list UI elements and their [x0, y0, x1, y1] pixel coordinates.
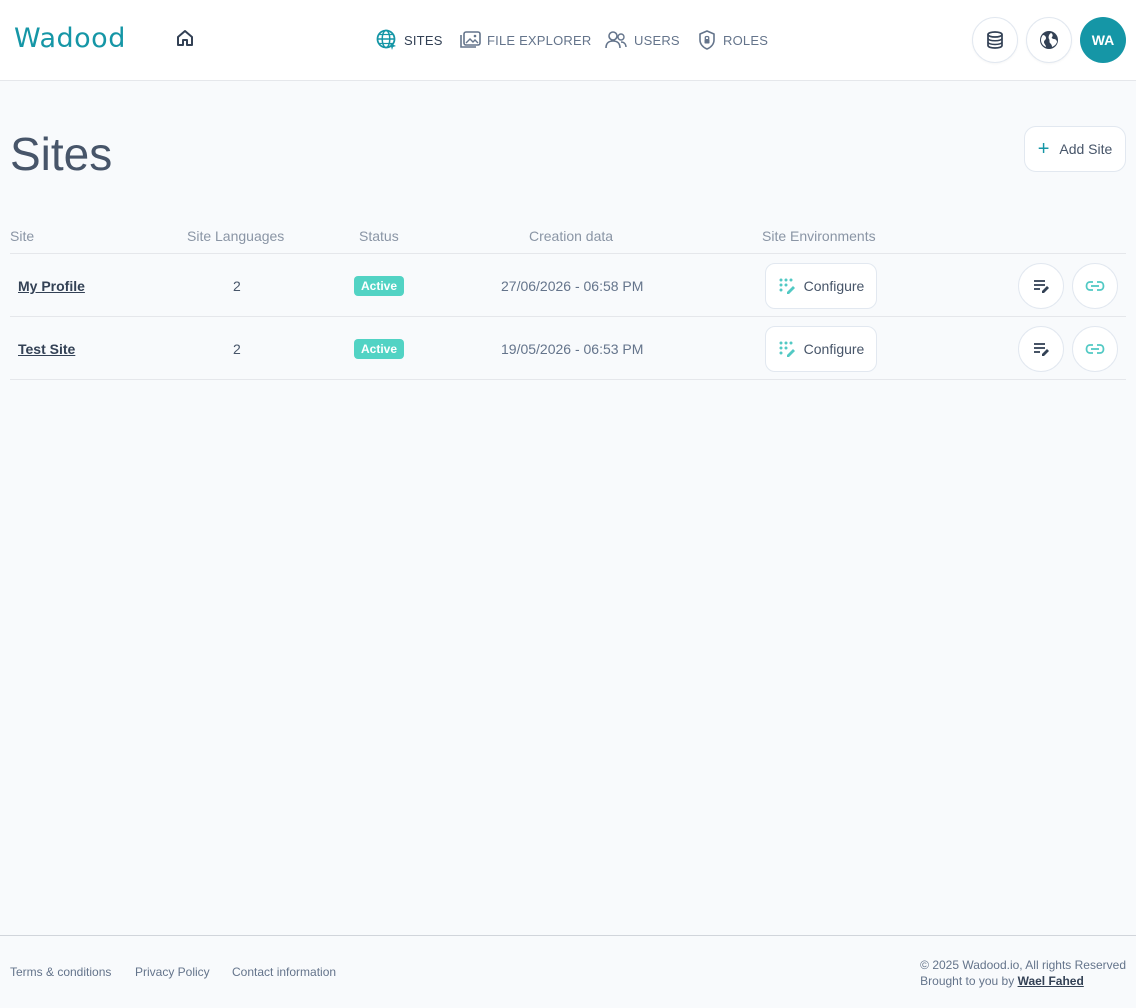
users-icon [605, 31, 627, 49]
nav-sites[interactable]: SITES [376, 26, 443, 54]
home-icon [177, 30, 193, 46]
footer-link-terms[interactable]: Terms & conditions [10, 965, 111, 979]
site-link[interactable]: Test Site [18, 341, 75, 357]
credits-line: Brought to you by Wael Fahed [920, 973, 1126, 989]
table-row: Test Site 2 Active 19/05/2026 - 06:53 PM… [10, 317, 1126, 380]
status-badge: Active [354, 339, 405, 359]
database-button[interactable] [972, 17, 1018, 63]
nav-users[interactable]: USERS [604, 26, 680, 54]
column-header-status: Status [359, 228, 399, 244]
open-link-button[interactable] [1072, 263, 1118, 309]
wadood-logo[interactable]: Wadood [14, 22, 126, 56]
add-site-label: Add Site [1059, 141, 1113, 157]
column-header-languages: Site Languages [187, 228, 285, 244]
configure-label: Configure [803, 278, 865, 294]
shield-lock-icon [699, 30, 715, 50]
site-link[interactable]: My Profile [18, 278, 85, 294]
column-header-site: Site [10, 228, 35, 244]
nav-file-explorer[interactable]: FILE EXPLORER [459, 26, 591, 54]
user-avatar[interactable]: WA [1080, 17, 1126, 63]
column-header-environments: Site Environments [762, 228, 876, 244]
edit-button[interactable] [1018, 326, 1064, 372]
footer-link-contact[interactable]: Contact information [232, 965, 336, 979]
globe-icon [376, 29, 396, 50]
configure-label: Configure [803, 341, 865, 357]
configure-button[interactable]: Configure [765, 326, 877, 372]
table-divider [10, 379, 1126, 380]
creation-date: 27/06/2026 - 06:58 PM [501, 278, 644, 294]
site-languages-count: 2 [233, 341, 241, 357]
nav-roles-label: ROLES [723, 32, 769, 48]
page-title: Sites [10, 128, 113, 180]
earth-icon [1040, 31, 1058, 49]
copyright-block: © 2025 Wadood.io, All rights Reserved Br… [920, 957, 1126, 989]
status-badge: Active [354, 276, 405, 296]
edit-button[interactable] [1018, 263, 1064, 309]
plus-icon: + [1037, 138, 1050, 160]
copyright-text: © 2025 Wadood.io, All rights Reserved [920, 958, 1126, 972]
nav-sites-label: SITES [404, 32, 443, 48]
edit-list-icon [1034, 280, 1049, 293]
footer-link-privacy[interactable]: Privacy Policy [135, 965, 210, 979]
nav-file-explorer-label: FILE EXPLORER [487, 32, 592, 48]
column-header-creation: Creation data [529, 228, 614, 244]
add-site-button[interactable]: + Add Site [1024, 126, 1126, 172]
database-icon [987, 31, 1003, 49]
edit-list-icon [1034, 343, 1049, 356]
author-link[interactable]: Wael Fahed [1018, 974, 1084, 988]
environments-icon [779, 278, 795, 294]
site-languages-count: 2 [233, 278, 241, 294]
top-navbar: Wadood SITES FILE EXPLORER USERS ROLES W… [0, 0, 1136, 81]
nav-roles[interactable]: ROLES [697, 26, 768, 54]
home-button[interactable] [173, 26, 197, 50]
table-row: My Profile 2 Active 27/06/2026 - 06:58 P… [10, 254, 1126, 317]
link-icon [1085, 281, 1105, 291]
link-icon [1085, 344, 1105, 354]
folder-image-icon [460, 31, 481, 48]
footer-divider [0, 935, 1136, 936]
open-link-button[interactable] [1072, 326, 1118, 372]
environments-icon [779, 341, 795, 357]
credits-prefix: Brought to you by [920, 974, 1015, 988]
creation-date: 19/05/2026 - 06:53 PM [501, 341, 644, 357]
configure-button[interactable]: Configure [765, 263, 877, 309]
nav-users-label: USERS [634, 32, 680, 48]
language-button[interactable] [1026, 17, 1072, 63]
